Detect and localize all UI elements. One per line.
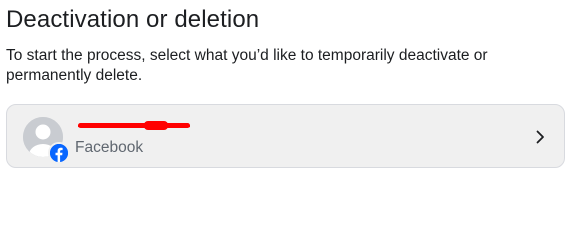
page-title: Deactivation or deletion [6,6,260,33]
deactivation-page: Deactivation or deletion To start the pr… [0,0,578,245]
platform-label: Facebook [75,139,144,156]
facebook-logo-icon [48,142,70,164]
page-description: To start the process, select what you’d … [6,47,488,84]
redaction-mark [78,121,190,130]
facebook-account-option[interactable]: Facebook [6,104,565,168]
chevron-right-icon [536,130,544,144]
